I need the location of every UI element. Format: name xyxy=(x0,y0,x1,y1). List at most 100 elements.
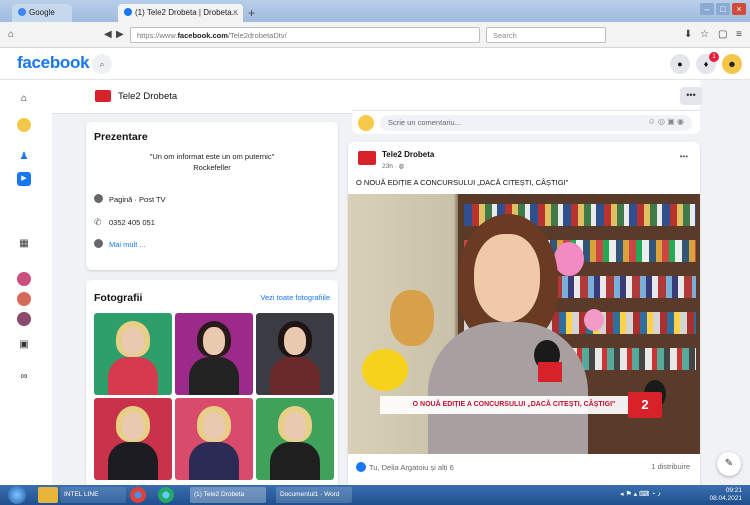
browser-icon[interactable] xyxy=(158,487,174,503)
facebook-favicon-icon xyxy=(124,8,132,16)
os-taskbar: INTEL LINE (1) Tele2 Drobeta Documentul1… xyxy=(0,485,750,505)
friends-icon[interactable]: ♟ xyxy=(17,150,31,164)
close-window-icon[interactable]: × xyxy=(732,3,746,15)
search-placeholder: Search xyxy=(493,31,517,40)
photo-thumbnail[interactable] xyxy=(256,398,334,480)
new-tab-icon[interactable]: + xyxy=(248,6,255,20)
taskbar-item[interactable]: Documentul1 - Word xyxy=(276,487,352,503)
avatar xyxy=(358,115,374,131)
address-bar[interactable]: https://www.facebook.com/Tele2drobetaDtv… xyxy=(130,27,480,43)
intro-card: Prezentare "Un om informat este un om pu… xyxy=(86,122,338,270)
bookmarks-icon[interactable]: ☆ xyxy=(700,29,709,40)
google-favicon-icon xyxy=(18,8,26,16)
tab-google[interactable]: Google xyxy=(12,4,72,22)
new-message-button[interactable]: ✎ xyxy=(717,452,741,476)
search-icon[interactable]: ⌕ xyxy=(92,54,112,74)
photos-title: Fotografii xyxy=(94,292,143,304)
phone-icon: ✆ xyxy=(94,217,102,227)
forward-icon[interactable]: ▶ xyxy=(116,29,124,40)
tele2-badge: 2 xyxy=(628,392,662,418)
more-icon xyxy=(94,239,103,248)
home-icon[interactable]: ⌂ xyxy=(17,92,31,106)
group-shortcut-icon[interactable] xyxy=(17,292,31,306)
info-more-link[interactable]: Mai mult ... xyxy=(94,239,146,249)
post-reactions[interactable]: Tu, Delia Argatoiu și alți 6 xyxy=(356,462,454,472)
chrome-icon[interactable] xyxy=(130,487,146,503)
system-tray[interactable]: ◂ ⚑ ▴ ⌨ ◔ ♪ xyxy=(620,490,661,498)
group-shortcut-icon[interactable] xyxy=(17,272,31,286)
more-options-button[interactable]: ••• xyxy=(680,87,702,105)
tab-label: (1) Tele2 Drobeta | Drobeta... xyxy=(135,8,239,17)
home-icon[interactable]: ⌂ xyxy=(8,29,14,40)
clock-time: 09:21 xyxy=(725,487,742,494)
start-button[interactable] xyxy=(8,486,26,504)
menu-icon[interactable]: ≡ xyxy=(736,29,742,40)
back-icon[interactable]: ◀ xyxy=(104,29,112,40)
post-text: O NOUĂ EDIȚIE A CONCURSULUI „DACĂ CITEȘT… xyxy=(356,178,569,187)
notification-badge: 1 xyxy=(709,52,719,62)
post-shares[interactable]: 1 distribuire xyxy=(651,462,690,471)
page-header-bar: Tele2 Drobeta ••• xyxy=(52,80,702,114)
minimize-icon[interactable]: – xyxy=(700,3,714,15)
comment-box: Scrie un comentariu... ☺ ◎ ▣ ◉ xyxy=(352,110,700,134)
facebook-logo[interactable]: facebook xyxy=(17,53,90,73)
post-author[interactable]: Tele2 Drobeta xyxy=(382,150,434,159)
maximize-icon[interactable]: □ xyxy=(716,3,730,15)
see-all-photos-link[interactable]: Vezi toate fotografiile xyxy=(260,293,330,302)
system-clock[interactable]: 09:21 08.04.2021 xyxy=(709,487,742,503)
sidebar-icon[interactable]: ▢ xyxy=(718,29,727,40)
teddy-bear xyxy=(390,290,434,346)
tab-label: Google xyxy=(29,8,55,17)
post-options-icon[interactable]: ••• xyxy=(680,152,688,161)
close-tab-icon[interactable]: × xyxy=(233,7,238,17)
browser-search-input[interactable]: Search xyxy=(486,27,606,43)
info-page-type: Pagină · Post TV xyxy=(94,194,166,204)
url-prefix: https://www. xyxy=(137,31,178,40)
info-icon xyxy=(94,194,103,203)
video-caption: O NOUĂ EDIȚIE A CONCURSULUI „DACĂ CITEȘT… xyxy=(380,396,648,414)
profile-icon[interactable] xyxy=(17,118,31,132)
messenger-icon[interactable]: ● xyxy=(670,54,690,74)
photo-thumbnail[interactable] xyxy=(256,313,334,395)
quote-line: "Un om informat este un om puternic" xyxy=(149,152,275,161)
link-icon[interactable]: ∞ xyxy=(17,370,31,384)
intro-title: Prezentare xyxy=(94,131,148,143)
tab-facebook[interactable]: (1) Tele2 Drobeta | Drobeta... × xyxy=(118,4,243,22)
photo-thumbnail[interactable] xyxy=(175,313,253,395)
emoji-icons[interactable]: ☺ ◎ ▣ ◉ xyxy=(648,117,684,126)
taskbar-item[interactable]: INTEL LINE xyxy=(60,487,126,503)
presenter-face xyxy=(474,234,540,322)
menu-grid-icon[interactable]: ▦ xyxy=(17,237,31,251)
watch-icon[interactable]: ▶ xyxy=(17,172,31,186)
pink-balloon xyxy=(584,309,604,331)
comment-input[interactable]: Scrie un comentariu... ☺ ◎ ▣ ◉ xyxy=(380,115,692,131)
post-video[interactable]: O NOUĂ EDIȚIE A CONCURSULUI „DACĂ CITEȘT… xyxy=(348,194,700,454)
presenter-body xyxy=(428,322,588,454)
group-shortcut-icon[interactable] xyxy=(17,312,31,326)
page-title[interactable]: Tele2 Drobeta xyxy=(118,91,177,102)
quote-author: Rockefeller xyxy=(193,163,231,172)
intro-quote: "Un om informat este un om puternic" Roc… xyxy=(86,151,338,173)
left-sidebar: ⌂ ♟ ▶ ▦ ▣ ∞ xyxy=(0,80,52,485)
post-card: Tele2 Drobeta 23h · ◍ ••• O NOUĂ EDIȚIE … xyxy=(348,142,700,485)
comment-placeholder: Scrie un comentariu... xyxy=(388,118,461,127)
browser-toolbar: ⌂ ◀ ▶ https://www.facebook.com/Tele2drob… xyxy=(0,22,750,48)
download-icon[interactable]: ⬇ xyxy=(684,29,692,40)
info-phone: ✆ 0352 405 051 xyxy=(94,217,155,227)
clock-date: 08.04.2021 xyxy=(709,495,742,502)
taskbar-item[interactable]: (1) Tele2 Drobeta xyxy=(190,487,266,503)
photos-grid xyxy=(94,313,334,480)
gaming-icon[interactable]: ▣ xyxy=(17,338,31,352)
profile-avatar[interactable]: ☻ xyxy=(722,54,742,74)
photo-thumbnail[interactable] xyxy=(94,313,172,395)
smiley-toy xyxy=(362,349,408,391)
file-explorer-icon[interactable] xyxy=(38,487,58,503)
pink-balloon xyxy=(554,242,584,276)
photo-thumbnail[interactable] xyxy=(94,398,172,480)
url-domain: facebook.com xyxy=(177,31,228,40)
globe-icon: ◍ xyxy=(398,163,405,170)
facebook-header: facebook ⌕ ● ♦ 1 ☻ xyxy=(0,48,750,80)
post-author-avatar[interactable] xyxy=(358,151,376,165)
browser-titlebar: Google (1) Tele2 Drobeta | Drobeta... × … xyxy=(0,0,750,22)
photo-thumbnail[interactable] xyxy=(175,398,253,480)
